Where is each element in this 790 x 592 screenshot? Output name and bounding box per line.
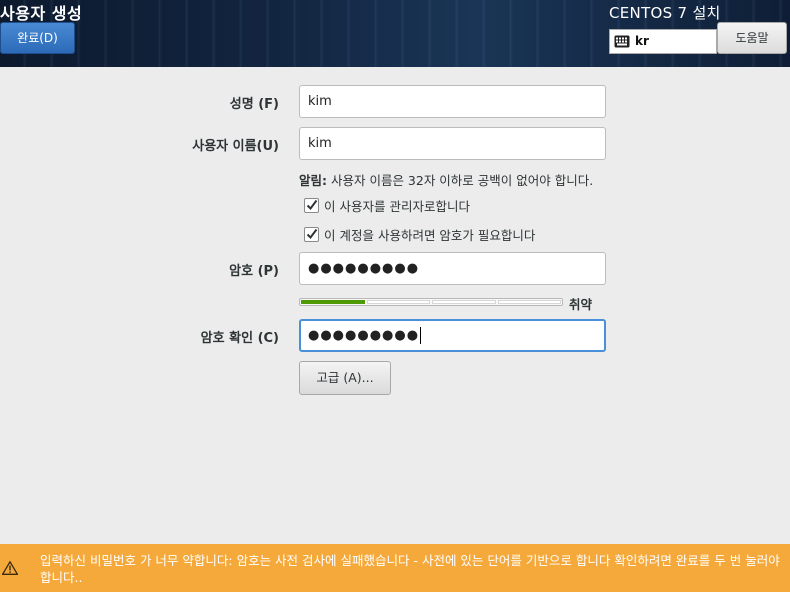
keyboard-icon <box>614 35 630 52</box>
checkmark-icon <box>306 228 318 240</box>
strength-segment-4 <box>497 300 561 304</box>
require-password-checkbox-row[interactable]: 이 계정을 사용하려면 암호가 필요합니다 <box>304 225 535 244</box>
require-password-checkbox[interactable] <box>304 227 319 242</box>
require-password-checkbox-label: 이 계정을 사용하려면 암호가 필요합니다 <box>324 228 536 243</box>
confirm-password-label: 암호 확인 (C) <box>200 331 279 346</box>
confirm-password-field[interactable]: ●●●●●●●●● <box>299 319 606 352</box>
hint-prefix: 알림: <box>299 173 327 188</box>
header-bar: 사용자 생성 완료(D) CENTOS 7 설치 kr 도움말 <box>0 0 790 67</box>
done-button[interactable]: 완료(D) <box>0 22 75 54</box>
password-dots: ●●●●●●●●● <box>308 261 420 276</box>
text-caret <box>420 327 422 344</box>
confirm-password-dots: ●●●●●●●●● <box>308 328 420 343</box>
warning-icon <box>1 560 19 579</box>
strength-segment-3 <box>432 300 496 304</box>
advanced-button[interactable]: 고급 (A)... <box>299 361 391 395</box>
username-hint: 알림: 사용자 이름은 32자 이하로 공백이 없어야 합니다. <box>299 170 593 189</box>
page-title: 사용자 생성 <box>0 4 83 23</box>
strength-segment-1 <box>301 300 365 304</box>
hint-text: 사용자 이름은 32자 이하로 공백이 없어야 합니다. <box>327 173 594 188</box>
strength-segment-2 <box>366 300 430 304</box>
username-label: 사용자 이름(U) <box>192 139 279 154</box>
password-strength-text: 취약 <box>569 297 593 312</box>
username-field[interactable]: kim <box>299 127 606 160</box>
admin-checkbox-row[interactable]: 이 사용자를 관리자로합니다 <box>304 196 470 215</box>
keyboard-layout-indicator[interactable]: kr <box>609 29 717 54</box>
password-strength-meter <box>299 298 563 306</box>
install-title: CENTOS 7 설치 <box>609 4 721 22</box>
password-label: 암호 (P) <box>229 264 279 279</box>
admin-checkbox[interactable] <box>304 198 319 213</box>
keyboard-layout-text: kr <box>635 34 649 48</box>
checkmark-icon <box>306 199 318 211</box>
fullname-field[interactable]: kim <box>299 85 606 118</box>
admin-checkbox-label: 이 사용자를 관리자로합니다 <box>324 199 470 214</box>
warning-message: 입력하신 비밀번호 가 너무 약합니다: 암호는 사전 검사에 실패했습니다 -… <box>40 553 780 585</box>
help-button[interactable]: 도움말 <box>717 22 787 54</box>
fullname-label: 성명 (F) <box>229 97 279 112</box>
password-field[interactable]: ●●●●●●●●● <box>299 252 606 285</box>
warning-bar[interactable]: 입력하신 비밀번호 가 너무 약합니다: 암호는 사전 검사에 실패했습니다 -… <box>0 544 790 592</box>
